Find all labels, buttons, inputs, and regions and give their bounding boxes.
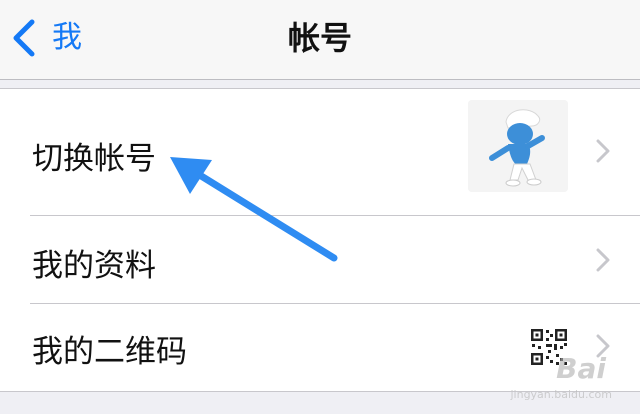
my-profile-row[interactable]: 我的资料: [0, 216, 640, 303]
smurf-avatar-image: [468, 100, 568, 192]
my-profile-label: 我的资料: [32, 248, 156, 284]
chevron-right-icon: [596, 248, 610, 272]
navigation-bar: 我 帐号: [0, 0, 640, 80]
switch-account-label: 切换帐号: [32, 141, 156, 177]
page-title: 帐号: [287, 19, 352, 57]
watermark-logo: Bai: [556, 352, 606, 385]
watermark-url: jingyan.baidu.com: [510, 388, 612, 401]
chevron-right-icon: [596, 139, 610, 163]
my-qr-code-label: 我的二维码: [32, 334, 187, 370]
settings-table: 切换帐号 我的资料 我的二维码: [0, 88, 640, 392]
avatar: [468, 100, 568, 192]
switch-account-row[interactable]: 切换帐号: [0, 89, 640, 215]
my-qr-code-row[interactable]: 我的二维码: [0, 304, 640, 390]
